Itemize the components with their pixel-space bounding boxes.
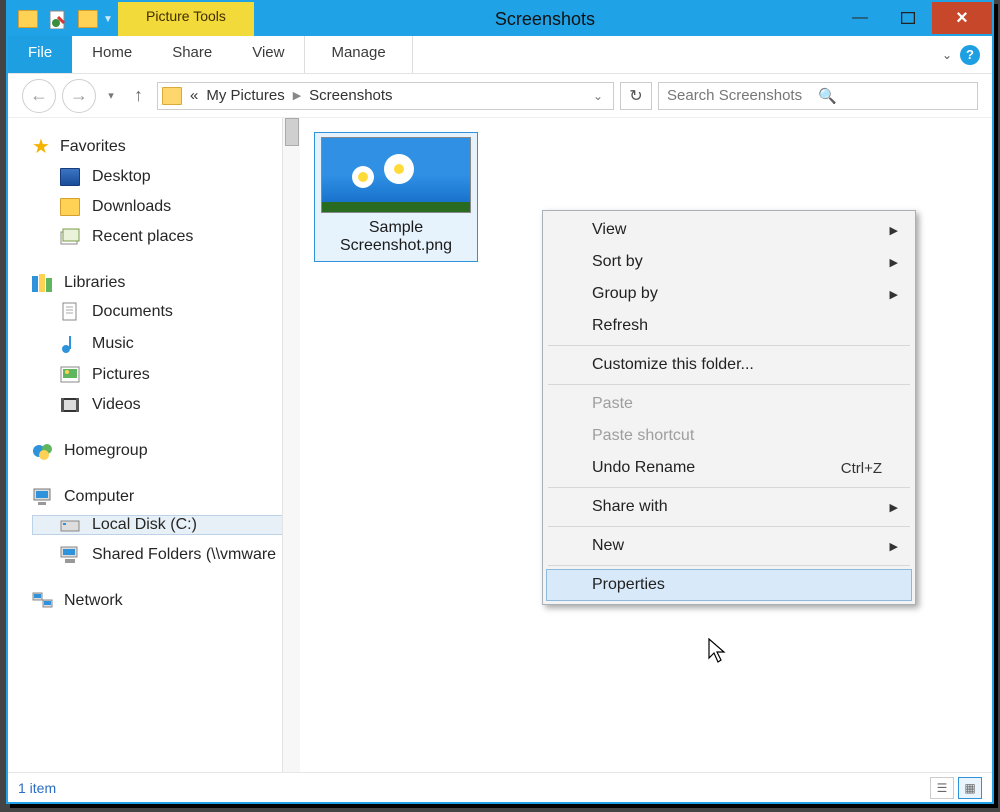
sidebar-item-shared-folders[interactable]: Shared Folders (\\vmware: [32, 545, 299, 565]
star-icon: ★: [32, 134, 50, 159]
context-menu: View▶ Sort by▶ Group by▶ Refresh Customi…: [542, 210, 916, 605]
new-folder-icon[interactable]: [74, 5, 102, 33]
sidebar-computer[interactable]: Computer: [32, 487, 299, 507]
sidebar-item-desktop[interactable]: Desktop: [32, 167, 299, 187]
history-dropdown-icon[interactable]: ▾: [102, 87, 120, 105]
tab-home[interactable]: Home: [72, 36, 152, 73]
item-count: 1 item: [18, 780, 56, 796]
chevron-right-icon: ▶: [890, 256, 898, 269]
maximize-button[interactable]: [884, 2, 932, 34]
pictures-icon: [60, 366, 80, 384]
menu-view[interactable]: View▶: [546, 214, 912, 246]
menu-share-with[interactable]: Share with▶: [546, 491, 912, 523]
file-explorer-window: ▼ Picture Tools Screenshots — × File Hom…: [6, 0, 994, 804]
address-prefix: «: [190, 87, 198, 104]
menu-separator: [548, 565, 910, 566]
address-part[interactable]: My Pictures: [206, 87, 284, 104]
drive-icon: [60, 516, 80, 534]
desktop-icon: [60, 168, 80, 186]
titlebar: ▼ Picture Tools Screenshots — ×: [8, 2, 992, 36]
menu-separator: [548, 345, 910, 346]
menu-separator: [548, 384, 910, 385]
chevron-right-icon: ▶: [890, 540, 898, 553]
videos-icon: [60, 396, 80, 414]
scroll-thumb[interactable]: [285, 118, 299, 146]
sidebar-item-pictures[interactable]: Pictures: [32, 365, 299, 385]
file-tab[interactable]: File: [8, 36, 72, 73]
qat-dropdown-icon[interactable]: ▼: [104, 14, 112, 25]
document-icon: [60, 302, 80, 322]
help-icon[interactable]: ?: [960, 45, 980, 65]
menu-separator: [548, 487, 910, 488]
menu-sort-by[interactable]: Sort by▶: [546, 246, 912, 278]
status-bar: 1 item ☰ ▦: [8, 772, 992, 802]
menu-properties[interactable]: Properties: [546, 569, 912, 601]
sidebar-item-videos[interactable]: Videos: [32, 395, 299, 415]
picture-tools-tab[interactable]: Picture Tools: [118, 2, 254, 36]
tab-manage[interactable]: Manage: [304, 36, 412, 73]
sidebar-homegroup[interactable]: Homegroup: [32, 441, 299, 461]
search-icon: 🔍: [818, 87, 969, 105]
forward-button[interactable]: →: [62, 79, 96, 113]
details-view-button[interactable]: ☰: [930, 777, 954, 799]
menu-refresh[interactable]: Refresh: [546, 310, 912, 342]
libraries-icon: [32, 273, 54, 293]
sidebar-item-recent[interactable]: Recent places: [32, 227, 299, 247]
window-controls: — ×: [836, 2, 992, 36]
chevron-right-icon: ▶: [890, 501, 898, 514]
window-title: Screenshots: [254, 2, 836, 36]
sidebar-libraries[interactable]: Libraries: [32, 273, 299, 293]
chevron-right-icon: ▶: [890, 224, 898, 237]
menu-group-by[interactable]: Group by▶: [546, 278, 912, 310]
address-part[interactable]: Screenshots: [309, 87, 392, 104]
navigation-bar: ← → ▾ ↑ « My Pictures ▶ Screenshots ⌄ ↻ …: [8, 74, 992, 118]
folder-icon[interactable]: [14, 5, 42, 33]
folder-icon: [60, 198, 80, 216]
menu-customize-folder[interactable]: Customize this folder...: [546, 349, 912, 381]
file-item[interactable]: Sample Screenshot.png: [314, 132, 478, 262]
sidebar-item-downloads[interactable]: Downloads: [32, 197, 299, 217]
network-drive-icon: [60, 546, 80, 564]
menu-paste-shortcut: Paste shortcut: [546, 420, 912, 452]
properties-icon[interactable]: [44, 5, 72, 33]
back-button[interactable]: ←: [22, 79, 56, 113]
up-button[interactable]: ↑: [126, 85, 151, 106]
sidebar-item-local-disk[interactable]: Local Disk (C:): [32, 515, 299, 535]
search-input[interactable]: Search Screenshots 🔍: [658, 82, 978, 110]
ribbon-expand-icon[interactable]: ⌄: [942, 48, 952, 62]
menu-shortcut: Ctrl+Z: [841, 460, 882, 477]
address-bar[interactable]: « My Pictures ▶ Screenshots ⌄: [157, 82, 614, 110]
recent-icon: [60, 228, 80, 246]
tab-view[interactable]: View: [232, 36, 304, 73]
address-dropdown-icon[interactable]: ⌄: [593, 89, 603, 103]
tab-share[interactable]: Share: [152, 36, 232, 73]
minimize-button[interactable]: —: [836, 2, 884, 34]
menu-new[interactable]: New▶: [546, 530, 912, 562]
refresh-button[interactable]: ↻: [620, 82, 652, 110]
menu-undo-rename[interactable]: Undo RenameCtrl+Z: [546, 452, 912, 484]
sidebar-network[interactable]: Network: [32, 591, 299, 611]
menu-separator: [548, 526, 910, 527]
chevron-right-icon[interactable]: ▶: [293, 89, 301, 102]
network-icon: [32, 591, 54, 611]
folder-icon: [162, 87, 182, 105]
menu-paste: Paste: [546, 388, 912, 420]
ribbon-tabs: File Home Share View Manage ⌄ ?: [8, 36, 992, 74]
icons-view-button[interactable]: ▦: [958, 777, 982, 799]
quick-access-toolbar: ▼: [8, 2, 118, 36]
close-button[interactable]: ×: [932, 2, 992, 34]
music-icon: [60, 334, 80, 354]
navigation-pane: ★Favorites Desktop Downloads Recent plac…: [8, 118, 300, 772]
computer-icon: [32, 487, 54, 507]
search-placeholder: Search Screenshots: [667, 87, 818, 104]
sidebar-favorites[interactable]: ★Favorites: [32, 134, 299, 159]
nav-scrollbar[interactable]: [282, 118, 300, 772]
file-thumbnail: [321, 137, 471, 213]
file-name: Sample Screenshot.png: [321, 219, 471, 255]
sidebar-item-documents[interactable]: Documents: [32, 301, 299, 323]
homegroup-icon: [32, 441, 54, 461]
chevron-right-icon: ▶: [890, 288, 898, 301]
sidebar-item-music[interactable]: Music: [32, 333, 299, 355]
